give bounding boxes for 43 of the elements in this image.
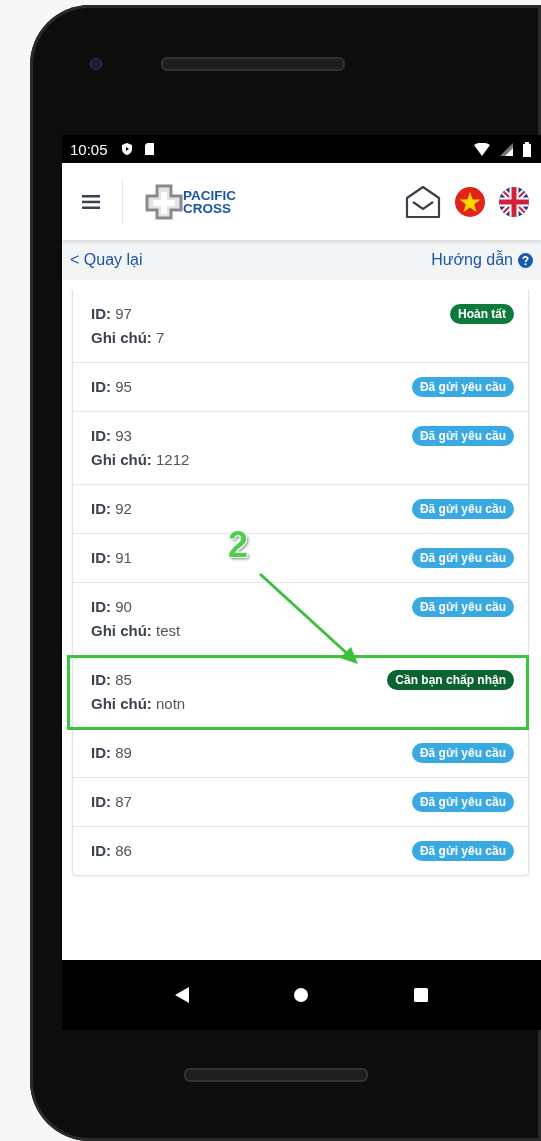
recents-square-icon[interactable] — [414, 988, 429, 1002]
status-time: 10:05 — [70, 140, 108, 158]
status-badge: Đã gửi yêu cầu — [411, 792, 514, 812]
battery-icon — [523, 141, 531, 157]
request-id: ID: 92 — [91, 499, 133, 519]
vietnam-flag-icon[interactable] — [455, 186, 485, 217]
envelope-icon[interactable] — [405, 184, 441, 219]
uk-flag-icon[interactable] — [499, 186, 529, 217]
request-id: ID: 90 — [91, 597, 133, 617]
wifi-icon — [474, 142, 490, 156]
status-badge: Đã gửi yêu cầu — [411, 548, 514, 568]
camera-icon — [89, 57, 103, 71]
request-note: Ghi chú: notn — [91, 694, 187, 714]
shield-icon — [119, 142, 134, 156]
request-id: ID: 86 — [91, 841, 133, 861]
signal-icon — [500, 142, 513, 156]
status-badge: Đã gửi yêu cầu — [411, 377, 514, 397]
request-id: ID: 91 — [91, 548, 133, 568]
status-badge: Đã gửi yêu cầu — [411, 426, 514, 446]
request-note: Ghi chú: test — [91, 621, 182, 641]
request-id: ID: 85 — [91, 670, 133, 690]
status-badge: Cần bạn chấp nhận — [387, 670, 514, 690]
status-badge: Hoàn tất — [450, 304, 514, 324]
home-circle-icon[interactable] — [294, 988, 309, 1002]
company-logo[interactable]: PACIFIC CROSS — [145, 183, 236, 220]
status-badge: Đã gửi yêu cầu — [411, 841, 514, 861]
request-id: ID: 93 — [91, 426, 133, 446]
request-id: ID: 89 — [91, 743, 133, 763]
request-id: ID: 97 — [91, 304, 133, 324]
help-icon[interactable] — [518, 252, 533, 268]
request-id: ID: 87 — [91, 792, 133, 812]
menu-icon[interactable] — [82, 194, 100, 209]
status-badge: Đã gửi yêu cầu — [411, 743, 514, 763]
status-badge: Đã gửi yêu cầu — [411, 597, 514, 617]
help-link[interactable]: Hướng dẫn — [431, 251, 513, 269]
sd-card-icon — [143, 142, 155, 156]
annotation-number: 2 — [228, 524, 249, 566]
status-badge: Đã gửi yêu cầu — [411, 499, 514, 519]
request-note: Ghi chú: 7 — [91, 328, 166, 348]
back-link[interactable]: < Quay lại — [70, 251, 143, 269]
back-triangle-icon[interactable] — [174, 987, 189, 1003]
request-id: ID: 95 — [91, 377, 133, 397]
request-note: Ghi chú: 1212 — [91, 450, 191, 470]
